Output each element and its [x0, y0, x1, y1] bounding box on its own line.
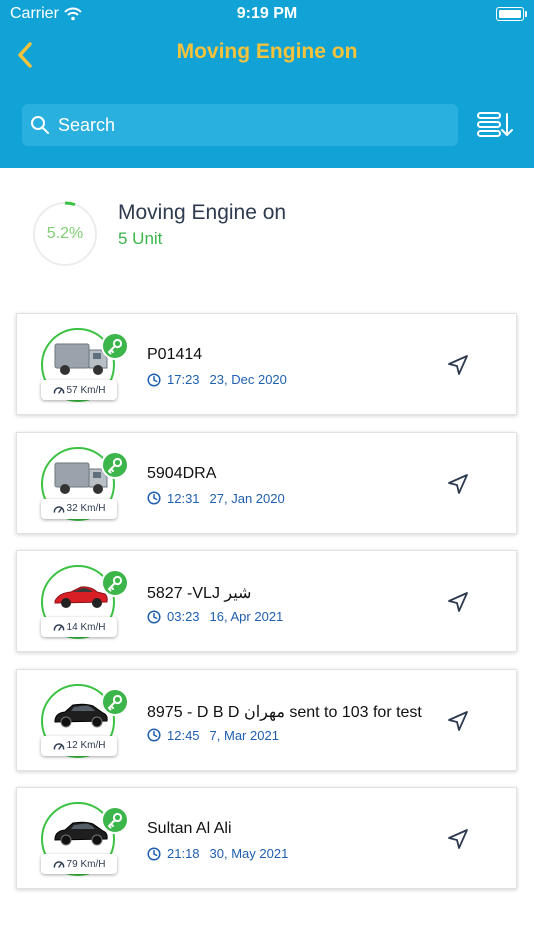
status-bar: Carrier 9:19 PM — [0, 0, 534, 30]
vehicle-card[interactable]: 57 Km/H P01414 17:23 23, Dec 2020 — [16, 313, 517, 415]
engine-key-icon — [101, 569, 129, 597]
speedometer-icon — [53, 742, 64, 750]
navigate-arrow-icon[interactable] — [447, 591, 469, 613]
speed-badge: 14 Km/H — [41, 617, 117, 637]
progress-percent: 5.2% — [46, 225, 84, 242]
speed-value: 79 Km/H — [66, 858, 106, 870]
search-icon — [31, 116, 49, 134]
clock-icon — [147, 372, 161, 387]
clock-icon — [147, 846, 161, 861]
speed-value: 14 Km/H — [66, 621, 106, 633]
speed-badge: 32 Km/H — [41, 498, 117, 519]
speed-badge: 12 Km/H — [41, 735, 117, 756]
header-bar: Carrier 9:19 PM Moving Engine on — [0, 0, 534, 168]
vehicle-card[interactable]: 12 Km/H 8975 - D B D مهران sent to 103 f… — [16, 668, 517, 771]
speed-badge: 79 Km/H — [41, 854, 117, 874]
battery-icon — [496, 7, 527, 21]
speedometer-icon — [53, 861, 64, 868]
sort-list-icon[interactable] — [476, 110, 514, 140]
search-bar[interactable] — [22, 104, 458, 146]
speedometer-icon — [53, 505, 64, 513]
engine-key-icon — [101, 806, 129, 834]
summary-title: Moving Engine on — [118, 201, 287, 224]
update-time: 12:45 — [167, 727, 200, 743]
update-time: 21:18 — [167, 846, 200, 861]
summary-section: 5.2% Moving Engine on 5 Unit — [0, 168, 534, 298]
speedometer-icon — [53, 624, 64, 631]
engine-key-icon — [101, 332, 129, 360]
last-update: 12:45 7, Mar 2021 — [147, 728, 279, 743]
speed-value: 32 Km/H — [66, 503, 106, 514]
navigate-arrow-icon[interactable] — [447, 354, 469, 376]
vehicle-plate: 8975 - D B D مهران sent to 103 for test — [147, 703, 422, 721]
page-title: Moving Engine on — [176, 40, 358, 63]
vehicle-plate: 5904DRA — [147, 464, 217, 482]
update-date: 27, Jan 2020 — [209, 490, 285, 506]
status-time: 9:19 PM — [236, 5, 298, 22]
last-update: 21:18 30, May 2021 — [147, 846, 288, 861]
update-date: 7, Mar 2021 — [209, 727, 279, 743]
navigate-arrow-icon[interactable] — [447, 710, 469, 732]
speed-badge: 57 Km/H — [41, 380, 117, 400]
engine-key-icon — [101, 450, 129, 479]
update-time: 12:31 — [167, 490, 200, 506]
navigate-arrow-icon[interactable] — [447, 473, 469, 495]
last-update: 03:23 16, Apr 2021 — [147, 609, 283, 624]
vehicle-card[interactable]: 32 Km/H 5904DRA 12:31 27, Jan 2020 — [16, 431, 517, 534]
update-time: 17:23 — [167, 372, 200, 387]
vehicle-plate: P01414 — [147, 346, 203, 363]
update-date: 16, Apr 2021 — [209, 609, 284, 624]
update-time: 03:23 — [167, 609, 200, 624]
clock-icon — [147, 491, 161, 505]
clock-icon — [147, 728, 161, 742]
engine-key-icon — [101, 687, 129, 716]
summary-count: 5 Unit — [118, 229, 163, 248]
search-input[interactable] — [56, 113, 440, 137]
speed-value: 12 Km/H — [66, 740, 106, 751]
last-update: 17:23 23, Dec 2020 — [147, 372, 287, 387]
speed-value: 57 Km/H — [66, 384, 106, 396]
speedometer-icon — [53, 387, 64, 394]
vehicle-card[interactable]: 79 Km/H Sultan Al Ali 21:18 30, May 2021 — [16, 787, 517, 889]
navigate-arrow-icon[interactable] — [447, 828, 469, 850]
update-date: 23, Dec 2020 — [209, 372, 287, 387]
vehicle-plate: Sultan Al Ali — [147, 820, 232, 837]
update-date: 30, May 2021 — [209, 846, 289, 861]
last-update: 12:31 27, Jan 2020 — [147, 491, 285, 506]
progress-ring: 5.2% — [32, 201, 98, 267]
vehicle-card[interactable]: 14 Km/H 5827 -VLJ شير 03:23 16, Apr 2021 — [16, 550, 517, 652]
vehicle-plate: 5827 -VLJ شير — [147, 585, 252, 602]
clock-icon — [147, 609, 161, 624]
